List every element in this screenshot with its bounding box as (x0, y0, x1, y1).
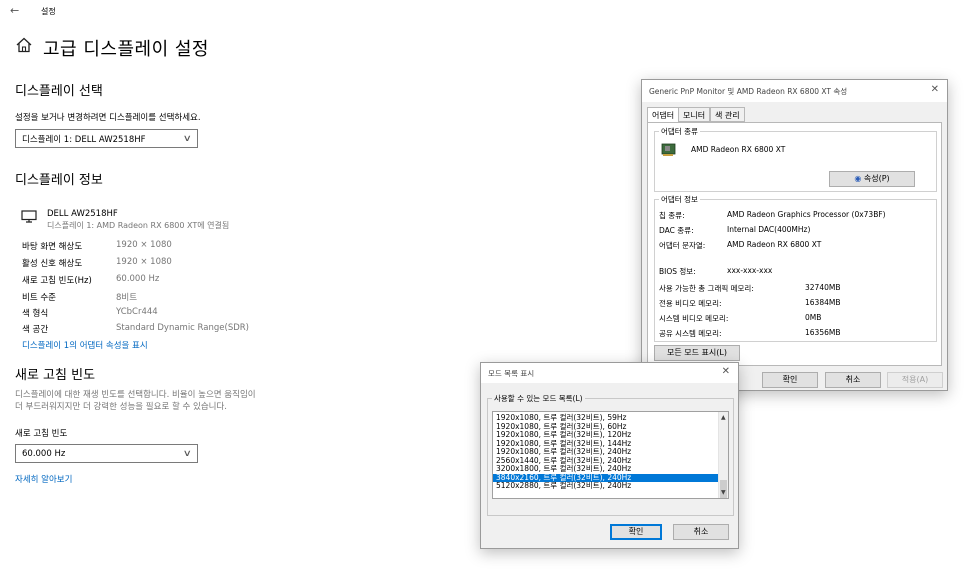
page-title: 고급 디스플레이 설정 (43, 39, 209, 60)
tab-color-management[interactable]: 색 관리 (710, 107, 745, 122)
mode-list-dialog: 모드 목록 표시 ✕ 사용할 수 있는 모드 목록(L) 1920x1080, … (480, 362, 739, 549)
adapter-info-group: 어댑터 정보 칩 종류: AMD Radeon Graphics Process… (654, 194, 937, 342)
shield-icon: ◉ (854, 174, 862, 183)
mode-list-titlebar: 모드 목록 표시 ✕ (481, 363, 738, 383)
adapter-properties-link[interactable]: 디스플레이 1의 어댑터 속성을 표시 (22, 339, 148, 351)
graphics-card-icon (661, 143, 676, 156)
adapter-string-key: 어댑터 문자열: (659, 241, 706, 250)
tab-adapter[interactable]: 어댑터 (647, 107, 680, 123)
refresh-rate-value: 60.000 Hz (22, 448, 66, 459)
home-icon (16, 37, 32, 53)
shared-memory-key: 공유 시스템 메모리: (659, 329, 722, 338)
bios-info-key: BIOS 정보: (659, 267, 696, 276)
properties-title: Generic PnP Monitor 및 AMD Radeon RX 6800… (649, 87, 848, 96)
mode-ok-button[interactable]: 확인 (610, 524, 662, 540)
chip-type-key: 칩 종류: (659, 211, 685, 220)
back-arrow-icon[interactable]: ← (10, 4, 19, 17)
total-memory-key: 사용 가능한 총 그래픽 메모리: (659, 284, 754, 293)
info-row-color-format: 색 형식 YCbCr444 (22, 307, 158, 319)
adapter-properties-button[interactable]: ◉ 속성(P) (829, 171, 915, 187)
adapter-tab-panel: 어댑터 종류 AMD Radeon RX 6800 XT ◉ 속성(P) 어댑터… (647, 122, 942, 366)
scroll-up-icon[interactable]: ▲ (721, 414, 726, 421)
properties-ok-button[interactable]: 확인 (762, 372, 818, 388)
shared-memory-value: 16356MB (805, 328, 841, 337)
close-icon[interactable]: ✕ (722, 366, 730, 377)
refresh-desc-line1: 디스플레이에 대한 재생 빈도를 선택합니다. 비율이 높으면 움직임이 (15, 390, 256, 400)
dedicated-memory-key: 전용 비디오 메모리: (659, 299, 722, 308)
info-row-color-space: 색 공간 Standard Dynamic Range(SDR) (22, 323, 249, 335)
mode-list-group: 사용할 수 있는 모드 목록(L) 1920x1080, 트루 컬러(32비트)… (487, 393, 734, 516)
learn-more-link[interactable]: 자세히 알아보기 (15, 473, 72, 485)
adapter-name: AMD Radeon RX 6800 XT (691, 145, 786, 154)
properties-apply-button[interactable]: 적용(A) (887, 372, 943, 388)
info-row-active-resolution: 활성 신호 해상도 1920 × 1080 (22, 257, 172, 269)
adapter-type-group: 어댑터 종류 AMD Radeon RX 6800 XT ◉ 속성(P) (654, 126, 937, 192)
scroll-down-icon[interactable]: ▼ (721, 489, 726, 496)
mode-cancel-button[interactable]: 취소 (673, 524, 729, 540)
info-row-bit-depth: 비트 수준 8비트 (22, 293, 138, 303)
mode-item[interactable]: 5120x2880, 트루 컬러(32비트), 240Hz (493, 481, 719, 491)
refresh-rate-label: 새로 고침 빈도 (15, 429, 68, 439)
properties-titlebar: Generic PnP Monitor 및 AMD Radeon RX 6800… (642, 80, 947, 102)
chip-type-value: AMD Radeon Graphics Processor (0x73BF) (727, 210, 886, 219)
info-row-refresh-rate: 새로 고침 빈도(Hz) 60.000 Hz (22, 274, 160, 286)
properties-cancel-button[interactable]: 취소 (825, 372, 881, 388)
app-title: 설정 (41, 7, 56, 16)
info-row-desktop-resolution: 바탕 화면 해상도 1920 × 1080 (22, 240, 172, 252)
adapter-info-label: 어댑터 정보 (659, 194, 700, 205)
bios-info-value: xxx-xxx-xxx (727, 266, 773, 275)
chevron-down-icon: ∨ (183, 448, 193, 459)
select-display-heading: 디스플레이 선택 (15, 84, 103, 99)
monitor-connection: 디스플레이 1: AMD Radeon RX 6800 XT에 연결됨 (47, 221, 230, 230)
adapter-string-value: AMD Radeon RX 6800 XT (727, 240, 822, 249)
select-display-description: 설정을 보거나 변경하려면 디스플레이를 선택하세요. (15, 113, 201, 123)
chevron-down-icon: ∨ (183, 133, 193, 144)
mode-list-label: 사용할 수 있는 모드 목록(L) (492, 393, 585, 404)
mode-list-scrollbar[interactable]: ▲ ▼ (718, 412, 728, 498)
adapter-type-label: 어댑터 종류 (659, 126, 700, 137)
monitor-icon (21, 210, 37, 223)
display-info-heading: 디스플레이 정보 (15, 173, 103, 188)
total-memory-value: 32740MB (805, 283, 841, 292)
properties-dialog: Generic PnP Monitor 및 AMD Radeon RX 6800… (641, 79, 948, 391)
tab-monitor[interactable]: 모니터 (678, 107, 711, 122)
refresh-rate-dropdown[interactable]: 60.000 Hz ∨ (15, 444, 198, 463)
display-select-value: 디스플레이 1: DELL AW2518HF (22, 134, 146, 145)
refresh-desc-line2: 더 부드러워지지만 더 강력한 성능을 필요로 할 수 있습니다. (15, 402, 227, 412)
system-video-memory-key: 시스템 비디오 메모리: (659, 314, 729, 323)
mode-list-title: 모드 목록 표시 (488, 369, 535, 378)
dac-type-key: DAC 종류: (659, 226, 694, 235)
mode-listbox[interactable]: 1920x1080, 트루 컬러(32비트), 59Hz 1920x1080, … (492, 411, 729, 499)
close-icon[interactable]: ✕ (931, 84, 939, 95)
list-all-modes-button[interactable]: 모든 모드 표시(L) (654, 345, 740, 361)
dac-type-value: Internal DAC(400MHz) (727, 225, 811, 234)
display-select-dropdown[interactable]: 디스플레이 1: DELL AW2518HF ∨ (15, 129, 198, 148)
dedicated-memory-value: 16384MB (805, 298, 841, 307)
refresh-rate-heading: 새로 고침 빈도 (15, 368, 96, 383)
system-video-memory-value: 0MB (805, 313, 822, 322)
monitor-name: DELL AW2518HF (47, 209, 118, 219)
